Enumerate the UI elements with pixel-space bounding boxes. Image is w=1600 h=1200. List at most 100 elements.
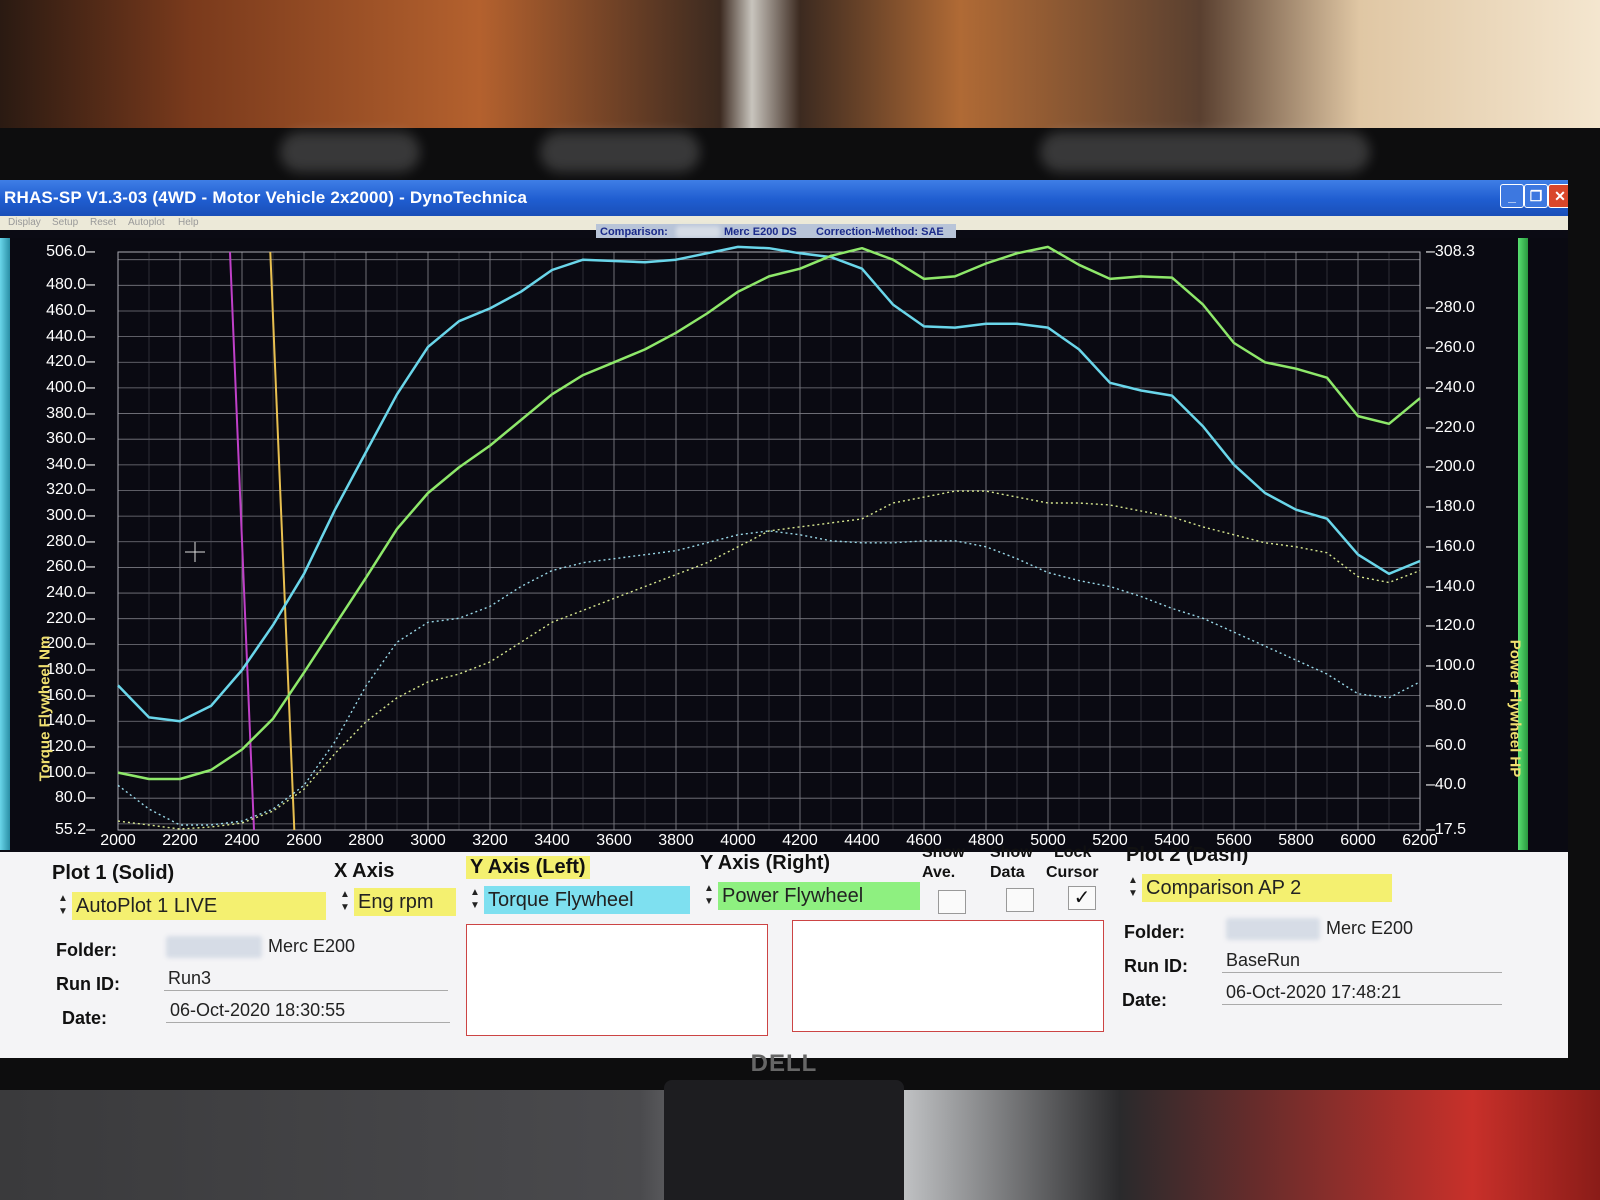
y-left-tick-label: 300.0–: [46, 507, 95, 525]
y-right-tick-label: –280.0: [1426, 299, 1475, 317]
y-right-tick-label: –180.0: [1426, 498, 1475, 515]
plot1-notes-box[interactable]: [466, 924, 768, 1036]
menu-help[interactable]: Help: [178, 217, 199, 228]
background-photo: [0, 0, 1600, 130]
close-button[interactable]: ✕: [1548, 184, 1568, 208]
menu-autoplot[interactable]: Autoplot: [128, 217, 165, 228]
show-ave-label-2: Ave.: [922, 864, 956, 881]
redacted-area: [1226, 918, 1320, 940]
x-tick-label: 2400: [224, 832, 260, 849]
x-tick-label: 3000: [410, 832, 446, 849]
lock-cursor-label-2: Cursor: [1046, 864, 1099, 881]
menu-display[interactable]: Display: [8, 217, 41, 228]
x-tick-label: 5800: [1278, 832, 1314, 849]
plot1-runid-label: Run ID:: [56, 974, 120, 994]
reflection: [1040, 132, 1370, 172]
comparison-label: Comparison:: [600, 226, 668, 238]
spin-up-icon[interactable]: ▲: [56, 892, 70, 905]
y-right-title: Y Axis (Right): [700, 852, 831, 874]
y-right-tick-label: –220.0: [1426, 418, 1475, 436]
plot2-select[interactable]: Comparison AP 2: [1142, 874, 1392, 902]
x-tick-label: 3400: [534, 832, 570, 849]
y-left-tick-label: 240.0–: [46, 584, 95, 602]
plot1-select[interactable]: AutoPlot 1 LIVE: [72, 892, 326, 920]
x-axis-select[interactable]: Eng rpm: [354, 888, 456, 916]
y-right-spinner[interactable]: ▲ ▼: [702, 882, 716, 910]
x-tick-label: 3200: [472, 832, 508, 849]
chart-svg[interactable]: [0, 238, 1568, 850]
spin-down-icon[interactable]: ▼: [1126, 887, 1140, 900]
plot1-runid-value: Run3: [164, 966, 448, 991]
y-left-title: Y Axis (Left): [466, 856, 590, 879]
plot2-folder-label: Folder:: [1124, 922, 1185, 942]
y-left-tick-label: 380.0–: [46, 404, 95, 422]
y-left-select[interactable]: Torque Flywheel: [484, 886, 690, 914]
x-tick-label: 2800: [348, 832, 384, 849]
show-data-label-2: Data: [990, 864, 1025, 881]
y-right-select[interactable]: Power Flywheel: [718, 882, 920, 910]
spin-down-icon[interactable]: ▼: [56, 905, 70, 918]
check-icon: ✓: [1073, 887, 1091, 909]
x-axis-title: X Axis: [334, 860, 395, 882]
maximize-button[interactable]: ❐: [1524, 184, 1548, 208]
x-tick-label: 6200: [1402, 832, 1438, 849]
y-right-tick-label: –200.0: [1426, 458, 1475, 476]
x-axis-spinner[interactable]: ▲ ▼: [338, 888, 352, 916]
spin-up-icon[interactable]: ▲: [338, 888, 352, 901]
monitor-screen: RHAS-SP V1.3-03 (4WD - Motor Vehicle 2x2…: [0, 180, 1568, 1058]
plot1-folder-value: Merc E200: [268, 936, 356, 956]
spin-up-icon[interactable]: ▲: [702, 882, 716, 895]
y-left-tick-label: 80.0–: [54, 789, 95, 807]
y-left-tick-label: 55.2–: [54, 821, 95, 838]
plot1-spinner[interactable]: ▲ ▼: [56, 892, 70, 920]
reflection: [280, 132, 420, 172]
plot1-date-value: 06-Oct-2020 18:30:55: [166, 998, 450, 1023]
plot1-date-label: Date:: [62, 1008, 108, 1028]
spin-down-icon[interactable]: ▼: [702, 895, 716, 908]
spin-up-icon[interactable]: ▲: [1126, 874, 1140, 887]
show-ave-checkbox[interactable]: [938, 890, 966, 914]
comparison-vehicle: Merc E200 DS: [724, 226, 797, 238]
plot2-date-label: Date:: [1122, 990, 1168, 1010]
plot2-notes-box[interactable]: [792, 920, 1104, 1032]
lock-cursor-checkbox[interactable]: ✓: [1068, 886, 1096, 910]
y-left-tick-label: 480.0–: [46, 276, 95, 294]
y-right-tick-label: –308.3: [1426, 243, 1475, 260]
y-left-spinner[interactable]: ▲ ▼: [468, 886, 482, 914]
plot1-title: Plot 1 (Solid): [52, 862, 175, 884]
spin-up-icon[interactable]: ▲: [468, 886, 482, 899]
menu-reset[interactable]: Reset: [90, 217, 116, 228]
title-bar: RHAS-SP V1.3-03 (4WD - Motor Vehicle 2x2…: [0, 180, 1568, 216]
plot2-title: Plot 2 (Dash): [1126, 844, 1249, 866]
y-right-tick-label: –120.0: [1426, 617, 1475, 635]
y-left-tick-label: 360.0–: [46, 430, 95, 448]
y-right-tick-label: –100.0: [1426, 657, 1475, 675]
y-left-tick-label: 420.0–: [46, 353, 95, 371]
y-left-tick-label: 460.0–: [46, 301, 95, 319]
plot2-date-value: 06-Oct-2020 17:48:21: [1222, 980, 1502, 1005]
y-right-tick-label: –40.0: [1426, 776, 1467, 794]
plot2-runid-label: Run ID:: [1124, 956, 1188, 976]
spin-down-icon[interactable]: ▼: [338, 901, 352, 914]
y-left-tick-label: 340.0–: [46, 455, 95, 473]
show-data-checkbox[interactable]: [1006, 888, 1034, 912]
x-tick-label: 3800: [658, 832, 694, 849]
correction-method: Correction-Method: SAE: [816, 226, 944, 238]
x-tick-label: 6000: [1340, 832, 1376, 849]
show-data-label-1: Show: [990, 844, 1033, 861]
x-tick-label: 2000: [100, 832, 136, 849]
y-left-tick-label: 280.0–: [46, 532, 95, 550]
spin-down-icon[interactable]: ▼: [468, 899, 482, 912]
y-right-tick-label: –60.0: [1426, 736, 1467, 754]
window-title: RHAS-SP V1.3-03 (4WD - Motor Vehicle 2x2…: [4, 188, 528, 207]
cursor-line: [269, 251, 296, 831]
lock-cursor-label-1: Lock: [1054, 844, 1092, 861]
x-tick-label: 4200: [782, 832, 818, 849]
plot1-folder-label: Folder:: [56, 940, 117, 960]
y-right-tick-label: –260.0: [1426, 339, 1475, 356]
dyno-chart[interactable]: [0, 238, 1568, 850]
plot2-spinner[interactable]: ▲ ▼: [1126, 874, 1140, 902]
minimize-button[interactable]: _: [1500, 184, 1524, 208]
menu-setup[interactable]: Setup: [52, 217, 78, 228]
monitor-stand: [664, 1080, 904, 1200]
